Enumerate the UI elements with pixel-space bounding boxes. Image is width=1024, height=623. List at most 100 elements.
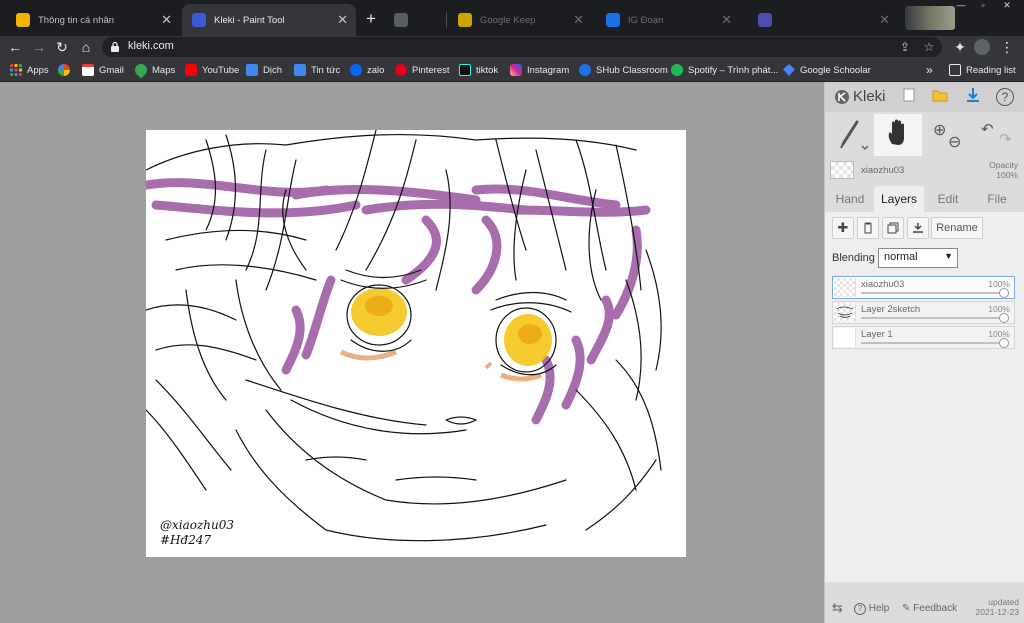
tab-close-icon[interactable]: ✕ [879,13,890,27]
bookmark-translate[interactable]: Dịch [246,63,282,77]
redo-icon[interactable]: ↷ [999,130,1012,148]
rename-layer-button[interactable]: Rename [931,217,983,239]
download-icon[interactable] [963,87,983,107]
help-link[interactable]: ? Help [854,603,889,615]
tab-edit[interactable]: Edit [926,186,970,212]
home-icon[interactable]: ⌂ [78,39,94,55]
tiktok-icon [459,64,471,76]
reading-list-icon [949,64,961,76]
bookmark-photos[interactable] [58,63,75,77]
plus-icon: ✚ [837,220,849,235]
brush-name: xiaozhu03 [861,165,905,176]
new-image-icon[interactable] [899,87,919,107]
menu-kebab-icon[interactable]: ⋮ [999,39,1015,55]
slider-handle[interactable] [999,313,1009,323]
layer-opacity-slider[interactable] [861,338,1009,348]
hand-icon [888,119,904,145]
bookmark-star-icon[interactable]: ☆ [922,40,936,54]
gmail-icon [82,64,94,76]
reading-list-button[interactable]: Reading list [949,63,1016,77]
tab-hand[interactable]: Hand [829,186,871,212]
blending-select[interactable]: normal ▼ [878,248,958,268]
add-layer-button[interactable]: ✚ [832,217,854,239]
tab-close-icon[interactable]: ✕ [161,13,172,27]
profile-avatar[interactable] [974,39,990,55]
forward-icon[interactable]: → [31,39,47,55]
browser-toolbar: ← → ↻ ⌂ kleki.com ⇪ ☆ ✦ ⋮ [0,36,1024,58]
back-icon[interactable]: ← [7,39,23,55]
brush-tool-button[interactable] [825,114,873,156]
new-tab-button[interactable]: + [362,10,380,28]
bookmark-gmail[interactable]: Gmail [82,63,124,77]
tab-file[interactable]: File [975,186,1019,212]
bookmark-youtube[interactable]: YouTube [185,63,239,77]
extensions-puzzle-icon[interactable]: ✦ [952,39,968,55]
minimize-icon[interactable]: — [950,0,972,10]
tab-personal-info[interactable]: Thông tin cá nhân ✕ [6,4,180,36]
tab-title: Kleki - Paint Tool [214,14,285,26]
tab-separator [446,12,447,28]
help-circle-icon[interactable]: ? [996,88,1014,106]
news-icon [294,64,306,76]
swap-sides-icon[interactable]: ⇆ [832,600,843,616]
tab-close-icon[interactable]: ✕ [721,13,732,27]
spotify-icon [671,64,683,76]
zalo-icon [350,64,362,76]
bookmark-scholar[interactable]: Google Schoolar [783,63,871,77]
feedback-link[interactable]: ✎ Feedback [902,603,957,614]
layer-opacity-slider[interactable] [861,313,1009,323]
delete-layer-button[interactable] [857,217,879,239]
brush-icon [840,120,869,150]
site-favicon-icon [758,13,772,27]
share-icon[interactable]: ⇪ [898,40,912,54]
bookmark-apps[interactable]: Apps [10,63,49,77]
browser-tab-strip: Thông tin cá nhân ✕ Kleki - Paint Tool ✕… [0,0,1024,36]
bookmark-shub[interactable]: SHub Classroom [579,63,668,77]
updated-info: updated 2021-12-23 [975,597,1019,617]
reload-icon[interactable]: ↻ [54,39,70,55]
maximize-icon[interactable]: ▫ [972,0,994,10]
window-close-icon[interactable]: ✕ [996,0,1018,10]
canvas-workspace[interactable]: @xiaozhu03 #Hđ247 [0,82,824,623]
slider-handle[interactable] [999,288,1009,298]
bookmarks-overflow-button[interactable]: » [926,63,933,77]
kleki-logo-icon [835,89,849,104]
photos-icon [58,64,70,76]
bookmark-news[interactable]: Tin tức [294,63,340,77]
duplicate-layer-button[interactable] [882,217,904,239]
site-favicon-icon [16,13,30,27]
tab-google-keep[interactable]: Google Keep ✕ [448,4,592,36]
open-folder-icon[interactable] [930,87,950,107]
tab-blurred[interactable]: ✕ [748,4,898,36]
undo-icon[interactable]: ↶ [981,120,994,138]
layer-row[interactable]: Layer 2sketch 100% [832,301,1015,324]
hand-tool-button[interactable] [874,114,922,156]
zoom-in-icon[interactable]: ⊕ [933,120,946,140]
tab-blurred[interactable] [384,4,444,36]
zoom-out-icon[interactable]: ⊖ [948,132,961,152]
tool-selector: ⊕ ⊖ ↶ ↷ [825,114,1024,156]
merge-down-icon [913,223,923,233]
bookmark-maps[interactable]: Maps [132,61,175,79]
bookmark-zalo[interactable]: zalo [350,63,384,77]
shub-icon [579,64,591,76]
tab-close-icon[interactable]: ✕ [337,13,348,27]
address-bar[interactable]: kleki.com ⇪ ☆ [102,37,942,57]
bookmark-spotify[interactable]: Spotify – Trình phát... [671,63,778,77]
layer-row[interactable]: Layer 1 100% [832,326,1015,349]
bookmark-instagram[interactable]: Instagram [510,63,569,77]
slider-handle[interactable] [999,338,1009,348]
trash-icon [864,222,872,234]
bookmark-pinterest[interactable]: Pinterest [395,63,450,77]
tab-kleki[interactable]: Kleki - Paint Tool ✕ [182,4,356,36]
tab-close-icon[interactable]: ✕ [573,13,584,27]
layer-opacity-slider[interactable] [861,288,1009,298]
tab-ig[interactable]: IG Đoạn ✕ [596,4,740,36]
artist-signature: @xiaozhu03 #Hđ247 [160,518,235,547]
color-swatch[interactable] [830,161,854,179]
merge-down-button[interactable] [907,217,929,239]
bookmark-tiktok[interactable]: tiktok [459,63,498,77]
drawing-canvas[interactable]: @xiaozhu03 #Hđ247 [146,130,686,557]
layer-row[interactable]: xiaozhu03 100% [832,276,1015,299]
tab-layers[interactable]: Layers [874,186,924,212]
